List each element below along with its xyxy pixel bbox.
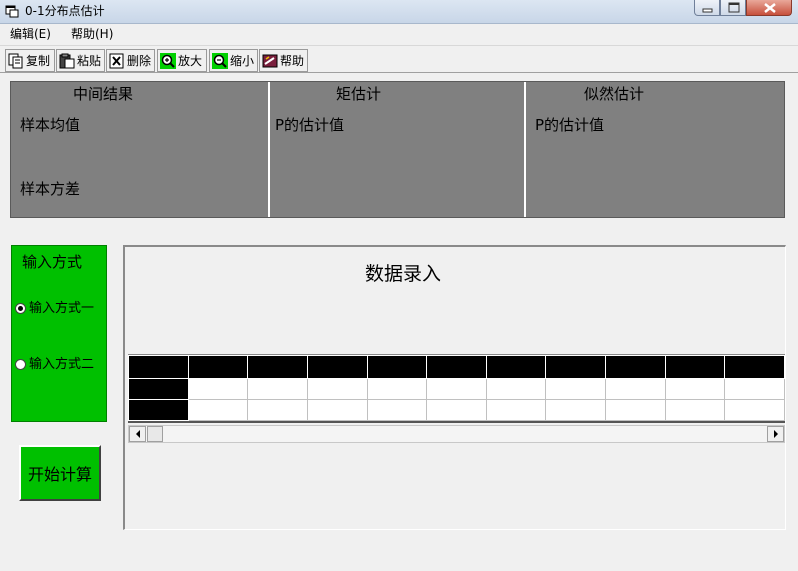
grid-header-cell — [605, 355, 666, 379]
sample-variance-label: 样本方差 — [20, 180, 81, 198]
zoom-out-icon — [212, 52, 228, 69]
delete-icon — [109, 53, 124, 68]
maximize-button[interactable] — [720, 0, 746, 16]
grid-cell[interactable] — [247, 399, 308, 421]
minimize-button[interactable] — [694, 0, 720, 16]
data-grid[interactable] — [128, 354, 785, 423]
grid-header-cell — [545, 355, 606, 379]
mle-heading: 似然估计 — [584, 85, 645, 103]
grid-cell[interactable] — [247, 378, 308, 400]
results-divider — [524, 82, 526, 217]
input-mode-title: 输入方式 — [22, 253, 83, 271]
grid-cell[interactable] — [426, 378, 487, 400]
zoom-in-icon — [160, 52, 176, 69]
grid-header-cell — [247, 355, 308, 379]
zoom-in-label: 放大 — [178, 53, 203, 68]
close-icon — [764, 3, 776, 13]
start-calculation-button[interactable]: 开始计算 — [19, 445, 101, 501]
window-title: 0-1分布点估计 — [25, 4, 105, 18]
grid-header-cell — [664, 355, 726, 379]
grid-header-cell — [724, 355, 785, 379]
data-entry-panel: 数据录入 — [123, 245, 786, 530]
intermediate-results: 中间结果 样本均值 样本方差 — [11, 82, 268, 217]
radio-button-unchecked[interactable] — [15, 359, 26, 370]
horizontal-scrollbar[interactable] — [128, 425, 785, 443]
moment-heading: 矩估计 — [336, 85, 382, 103]
input-mode-group: 输入方式 输入方式一 输入方式二 — [11, 245, 107, 422]
data-entry-title: 数据录入 — [365, 263, 442, 285]
zoom-out-label: 缩小 — [230, 53, 255, 68]
grid-row — [128, 378, 785, 400]
menu-edit[interactable]: 编辑(E) — [10, 27, 51, 42]
maximize-icon — [728, 2, 740, 13]
scrollbar-thumb[interactable] — [147, 426, 163, 442]
paste-icon — [59, 53, 75, 68]
grid-cell[interactable] — [485, 399, 547, 421]
close-button[interactable] — [746, 0, 792, 16]
moment-estimate: 矩估计 P的估计值 — [270, 82, 525, 217]
grid-cell[interactable] — [664, 399, 726, 421]
delete-label: 删除 — [127, 53, 152, 68]
intermediate-heading: 中间结果 — [73, 85, 134, 103]
menu-bar: 编辑(E) 帮助(H) — [0, 25, 798, 44]
grid-corner-cell — [128, 355, 189, 379]
grid-header-cell — [485, 355, 547, 379]
grid-cell[interactable] — [545, 378, 606, 400]
arrow-right-icon — [773, 430, 778, 438]
arrow-left-icon — [135, 430, 140, 438]
grid-header-cell — [306, 355, 368, 379]
grid-cell[interactable] — [306, 378, 368, 400]
app-icon — [5, 5, 19, 18]
paste-label: 粘贴 — [77, 53, 102, 68]
grid-cell[interactable] — [366, 378, 428, 400]
grid-cell[interactable] — [605, 399, 666, 421]
mle-estimate: 似然估计 P的估计值 — [527, 82, 785, 217]
results-panel: 中间结果 样本均值 样本方差 矩估计 P的估计值 似然估计 P的估计值 — [10, 81, 785, 218]
scroll-left-button[interactable] — [129, 426, 146, 442]
grid-row-header — [128, 378, 189, 400]
grid-cell[interactable] — [306, 399, 368, 421]
grid-header-cell — [187, 355, 249, 379]
scroll-right-button[interactable] — [767, 426, 784, 442]
copy-button[interactable]: 复制 — [5, 49, 55, 72]
minimize-icon — [702, 8, 713, 13]
input-mode-option-1-label: 输入方式一 — [29, 301, 95, 316]
paste-button[interactable]: 粘贴 — [56, 49, 105, 72]
grid-cell[interactable] — [545, 399, 606, 421]
toolbar: 复制 粘贴 删除 放大 缩小 帮助 — [0, 45, 798, 73]
data-grid-table — [128, 355, 785, 421]
sample-mean-label: 样本均值 — [20, 116, 81, 134]
grid-header-row — [128, 355, 785, 379]
grid-cell[interactable] — [426, 399, 487, 421]
help-book-icon — [262, 54, 278, 67]
grid-header-cell — [426, 355, 487, 379]
grid-cell[interactable] — [605, 378, 666, 400]
grid-cell[interactable] — [187, 399, 249, 421]
grid-cell[interactable] — [187, 378, 249, 400]
radio-button-checked[interactable] — [15, 303, 26, 314]
copy-label: 复制 — [26, 53, 51, 68]
input-mode-option-2-label: 输入方式二 — [29, 357, 95, 372]
title-bar: 0-1分布点估计 — [0, 0, 798, 24]
copy-icon — [8, 53, 23, 68]
grid-cell[interactable] — [724, 378, 785, 400]
help-button[interactable]: 帮助 — [259, 49, 308, 72]
grid-cell[interactable] — [485, 378, 547, 400]
grid-cell[interactable] — [724, 399, 785, 421]
zoom-out-button[interactable]: 缩小 — [209, 49, 258, 72]
delete-button[interactable]: 删除 — [106, 49, 155, 72]
zoom-in-button[interactable]: 放大 — [157, 49, 207, 72]
grid-cell[interactable] — [664, 378, 726, 400]
mle-estimate-label: P的估计值 — [535, 116, 605, 134]
grid-row-header — [128, 399, 189, 421]
input-mode-option-1[interactable]: 输入方式一 — [15, 301, 94, 316]
input-mode-option-2[interactable]: 输入方式二 — [15, 357, 94, 372]
grid-row — [128, 399, 785, 421]
grid-cell[interactable] — [366, 399, 428, 421]
menu-help[interactable]: 帮助(H) — [71, 27, 113, 42]
moment-estimate-label: P的估计值 — [275, 116, 345, 134]
help-label: 帮助 — [280, 53, 305, 68]
grid-header-cell — [366, 355, 428, 379]
